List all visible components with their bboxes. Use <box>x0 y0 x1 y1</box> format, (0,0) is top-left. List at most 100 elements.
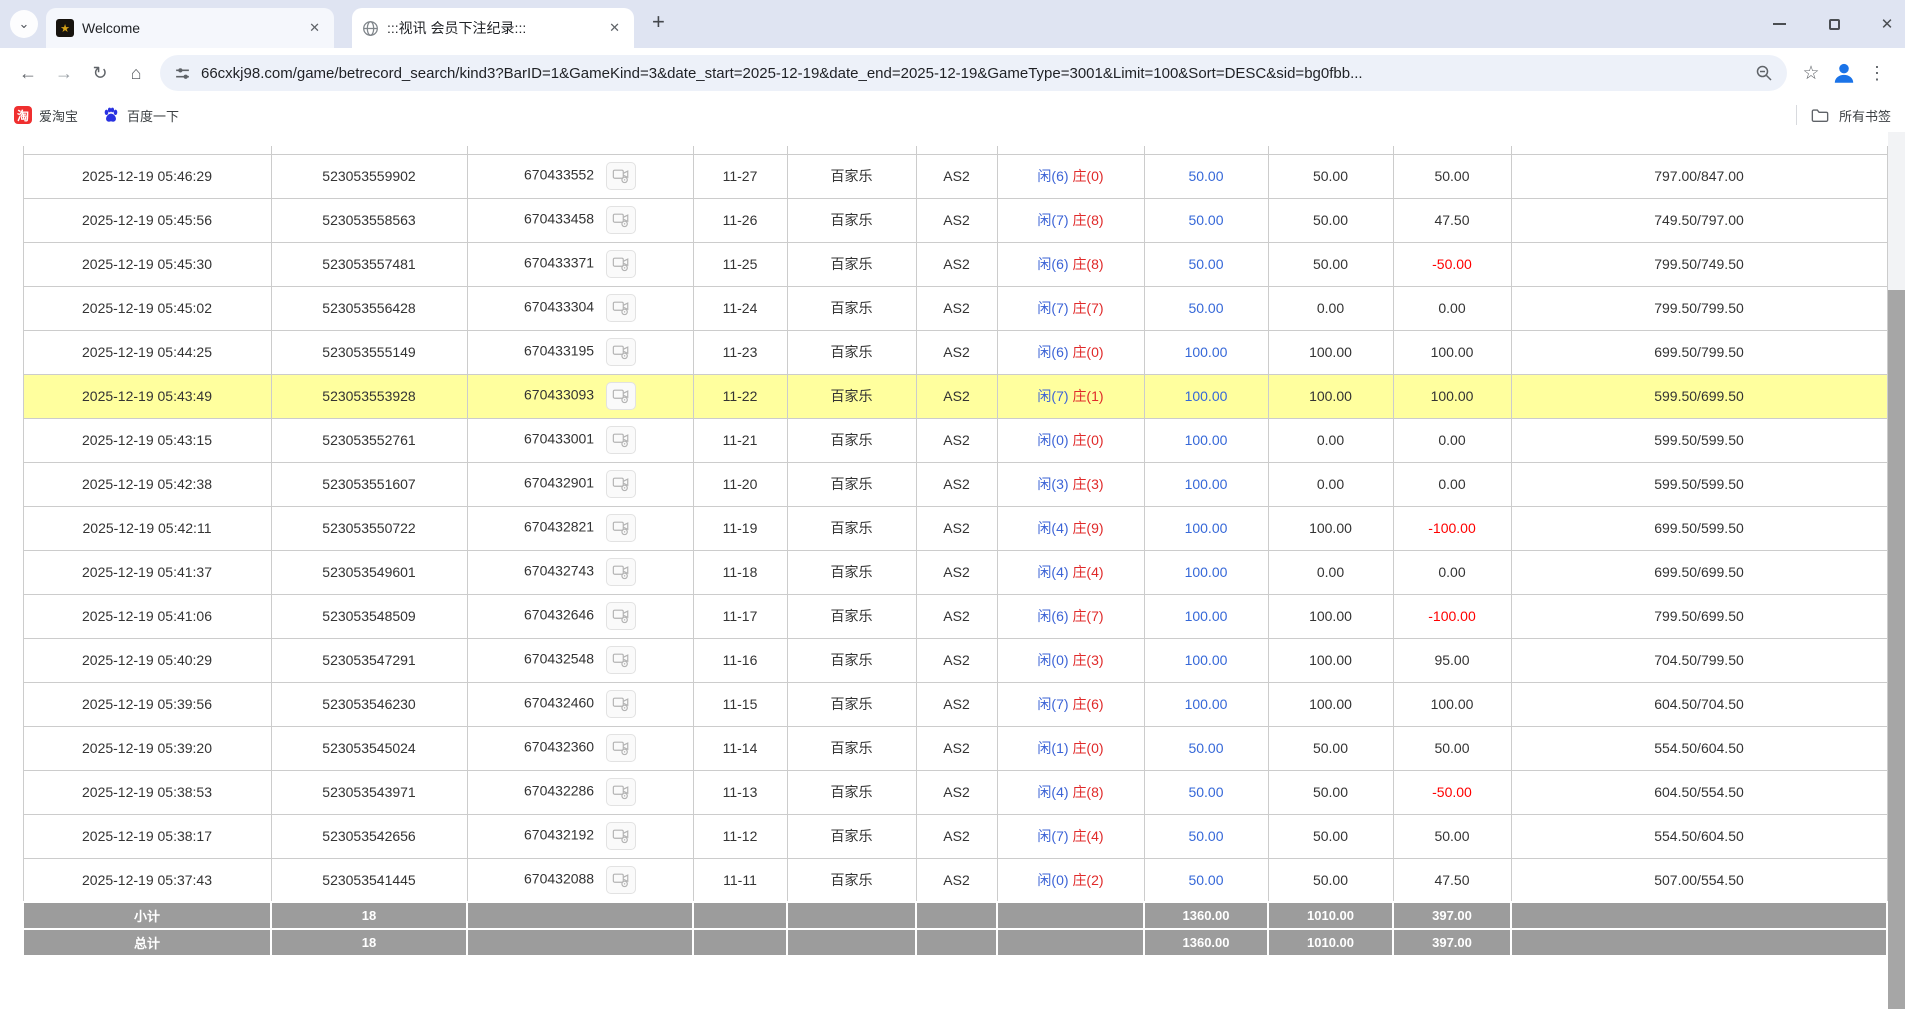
cell-valid-amount: 100.00 <box>1268 374 1393 418</box>
cell-game-name: 百家乐 <box>787 154 916 198</box>
profile-avatar[interactable] <box>1829 58 1859 88</box>
cell-balance: 699.50/699.50 <box>1511 550 1887 594</box>
cell-valid-amount: 100.00 <box>1268 594 1393 638</box>
cell-bet-time: 2025-12-19 05:45:02 <box>23 286 271 330</box>
cell-bet-id: 523053556428 <box>271 286 467 330</box>
banker-result: 庄(4) <box>1072 828 1103 844</box>
bet-row: 2025-12-19 05:38:53523053543971670432286… <box>23 770 1887 814</box>
video-replay-button[interactable] <box>606 646 636 674</box>
video-replay-button[interactable] <box>606 822 636 850</box>
game-id: 670432646 <box>524 607 594 623</box>
close-window-button[interactable]: ✕ <box>1864 0 1905 48</box>
cell-table-name: AS2 <box>916 638 997 682</box>
cell-bet-detail: 闲(6) 庄(7) <box>997 594 1144 638</box>
cell-game-name: 百家乐 <box>787 462 916 506</box>
home-button[interactable]: ⌂ <box>118 55 154 91</box>
cell-table-name: AS2 <box>916 462 997 506</box>
new-tab-button[interactable]: + <box>652 9 665 35</box>
video-replay-button[interactable] <box>606 690 636 718</box>
close-tab-icon[interactable]: ✕ <box>605 18 624 38</box>
cell-game-name: 百家乐 <box>787 814 916 858</box>
bookmark-baidu[interactable]: 百度一下 <box>102 106 179 125</box>
address-bar[interactable]: 66cxkj98.com/game/betrecord_search/kind3… <box>160 55 1787 91</box>
cell-bet-detail: 闲(0) 庄(2) <box>997 858 1144 902</box>
cell-bet-id: 523053550722 <box>271 506 467 550</box>
cell-game-id: 670432192 <box>467 814 693 858</box>
cell-bet-detail: 闲(4) 庄(4) <box>997 550 1144 594</box>
video-replay-button[interactable] <box>606 470 636 498</box>
cell-valid-amount: 50.00 <box>1268 154 1393 198</box>
video-replay-button[interactable] <box>606 558 636 586</box>
cell-balance: 507.00/554.50 <box>1511 858 1887 902</box>
cell-balance: 604.50/554.50 <box>1511 770 1887 814</box>
player-result: 闲(0) <box>1037 432 1068 448</box>
game-id: 670433371 <box>524 255 594 271</box>
cell-bet-time: 2025-12-19 05:38:53 <box>23 770 271 814</box>
tab-bet-records[interactable]: :::视讯 会员下注纪录::: ✕ <box>352 8 634 48</box>
cell-table-name: AS2 <box>916 330 997 374</box>
player-result: 闲(0) <box>1037 652 1068 668</box>
banker-result: 庄(7) <box>1072 300 1103 316</box>
reload-button[interactable]: ↻ <box>82 55 118 91</box>
bookmark-aitaobao[interactable]: 淘 爱淘宝 <box>14 106 78 125</box>
cell-winloss: 50.00 <box>1393 154 1511 198</box>
cell-bet-amount: 100.00 <box>1144 462 1268 506</box>
player-result: 闲(7) <box>1037 212 1068 228</box>
tab-search-button[interactable]: ⌄ <box>10 10 38 38</box>
bet-row: 2025-12-19 05:44:25523053555149670433195… <box>23 330 1887 374</box>
menu-kebab-icon[interactable]: ⋮ <box>1859 55 1895 91</box>
bookmark-star-icon[interactable]: ☆ <box>1793 55 1829 91</box>
video-replay-button[interactable] <box>606 338 636 366</box>
video-replay-button[interactable] <box>606 382 636 410</box>
forward-button[interactable]: → <box>46 55 82 91</box>
maximize-button[interactable] <box>1811 0 1857 48</box>
video-replay-button[interactable] <box>606 294 636 322</box>
cell-bet-detail: 闲(3) 庄(3) <box>997 462 1144 506</box>
video-replay-button[interactable] <box>606 206 636 234</box>
video-replay-button[interactable] <box>606 250 636 278</box>
cell-balance: 604.50/704.50 <box>1511 682 1887 726</box>
browser-toolbar: ← → ↻ ⌂ 66cxkj98.com/game/betrecord_sear… <box>0 48 1905 98</box>
scrollbar-track[interactable] <box>1888 132 1905 1009</box>
partial-cell <box>997 146 1144 154</box>
partial-cell <box>1511 146 1887 154</box>
cell-round: 11-21 <box>693 418 787 462</box>
site-settings-icon[interactable] <box>174 65 191 82</box>
video-replay-button[interactable] <box>606 162 636 190</box>
cell-table-name: AS2 <box>916 726 997 770</box>
cell-game-id: 670432286 <box>467 770 693 814</box>
partial-cell <box>787 146 916 154</box>
scrollbar-thumb[interactable] <box>1888 290 1905 1009</box>
video-replay-button[interactable] <box>606 778 636 806</box>
chevron-down-icon: ⌄ <box>19 16 30 32</box>
video-replay-button[interactable] <box>606 734 636 762</box>
banker-result: 庄(4) <box>1072 564 1103 580</box>
close-tab-icon[interactable]: ✕ <box>305 18 324 38</box>
video-replay-button[interactable] <box>606 426 636 454</box>
cell-balance: 799.50/799.50 <box>1511 286 1887 330</box>
back-button[interactable]: ← <box>10 55 46 91</box>
cell-bet-id: 523053543971 <box>271 770 467 814</box>
tab-welcome[interactable]: ★ Welcome ✕ <box>46 8 334 48</box>
summary-bet-total: 1360.00 <box>1144 929 1268 956</box>
bet-row: 2025-12-19 05:40:29523053547291670432548… <box>23 638 1887 682</box>
cell-winloss: -100.00 <box>1393 506 1511 550</box>
bet-row: 2025-12-19 05:43:49523053553928670433093… <box>23 374 1887 418</box>
cell-bet-id: 523053541445 <box>271 858 467 902</box>
zoom-out-icon[interactable] <box>1755 64 1773 82</box>
cell-bet-amount: 100.00 <box>1144 374 1268 418</box>
bet-records-table: 2025-12-19 05:46:29523053559902670433552… <box>22 146 1888 957</box>
cell-game-id: 670433458 <box>467 198 693 242</box>
cell-winloss: 0.00 <box>1393 550 1511 594</box>
cell-balance: 799.50/699.50 <box>1511 594 1887 638</box>
game-id: 670432901 <box>524 475 594 491</box>
minimize-button[interactable] <box>1756 0 1802 48</box>
all-bookmarks-button[interactable]: 所有书签 <box>1796 105 1891 125</box>
cell-game-id: 670432548 <box>467 638 693 682</box>
video-replay-button[interactable] <box>606 514 636 542</box>
cell-valid-amount: 50.00 <box>1268 726 1393 770</box>
bet-row: 2025-12-19 05:39:20523053545024670432360… <box>23 726 1887 770</box>
cell-balance: 749.50/797.00 <box>1511 198 1887 242</box>
video-replay-button[interactable] <box>606 602 636 630</box>
video-replay-button[interactable] <box>606 866 636 894</box>
